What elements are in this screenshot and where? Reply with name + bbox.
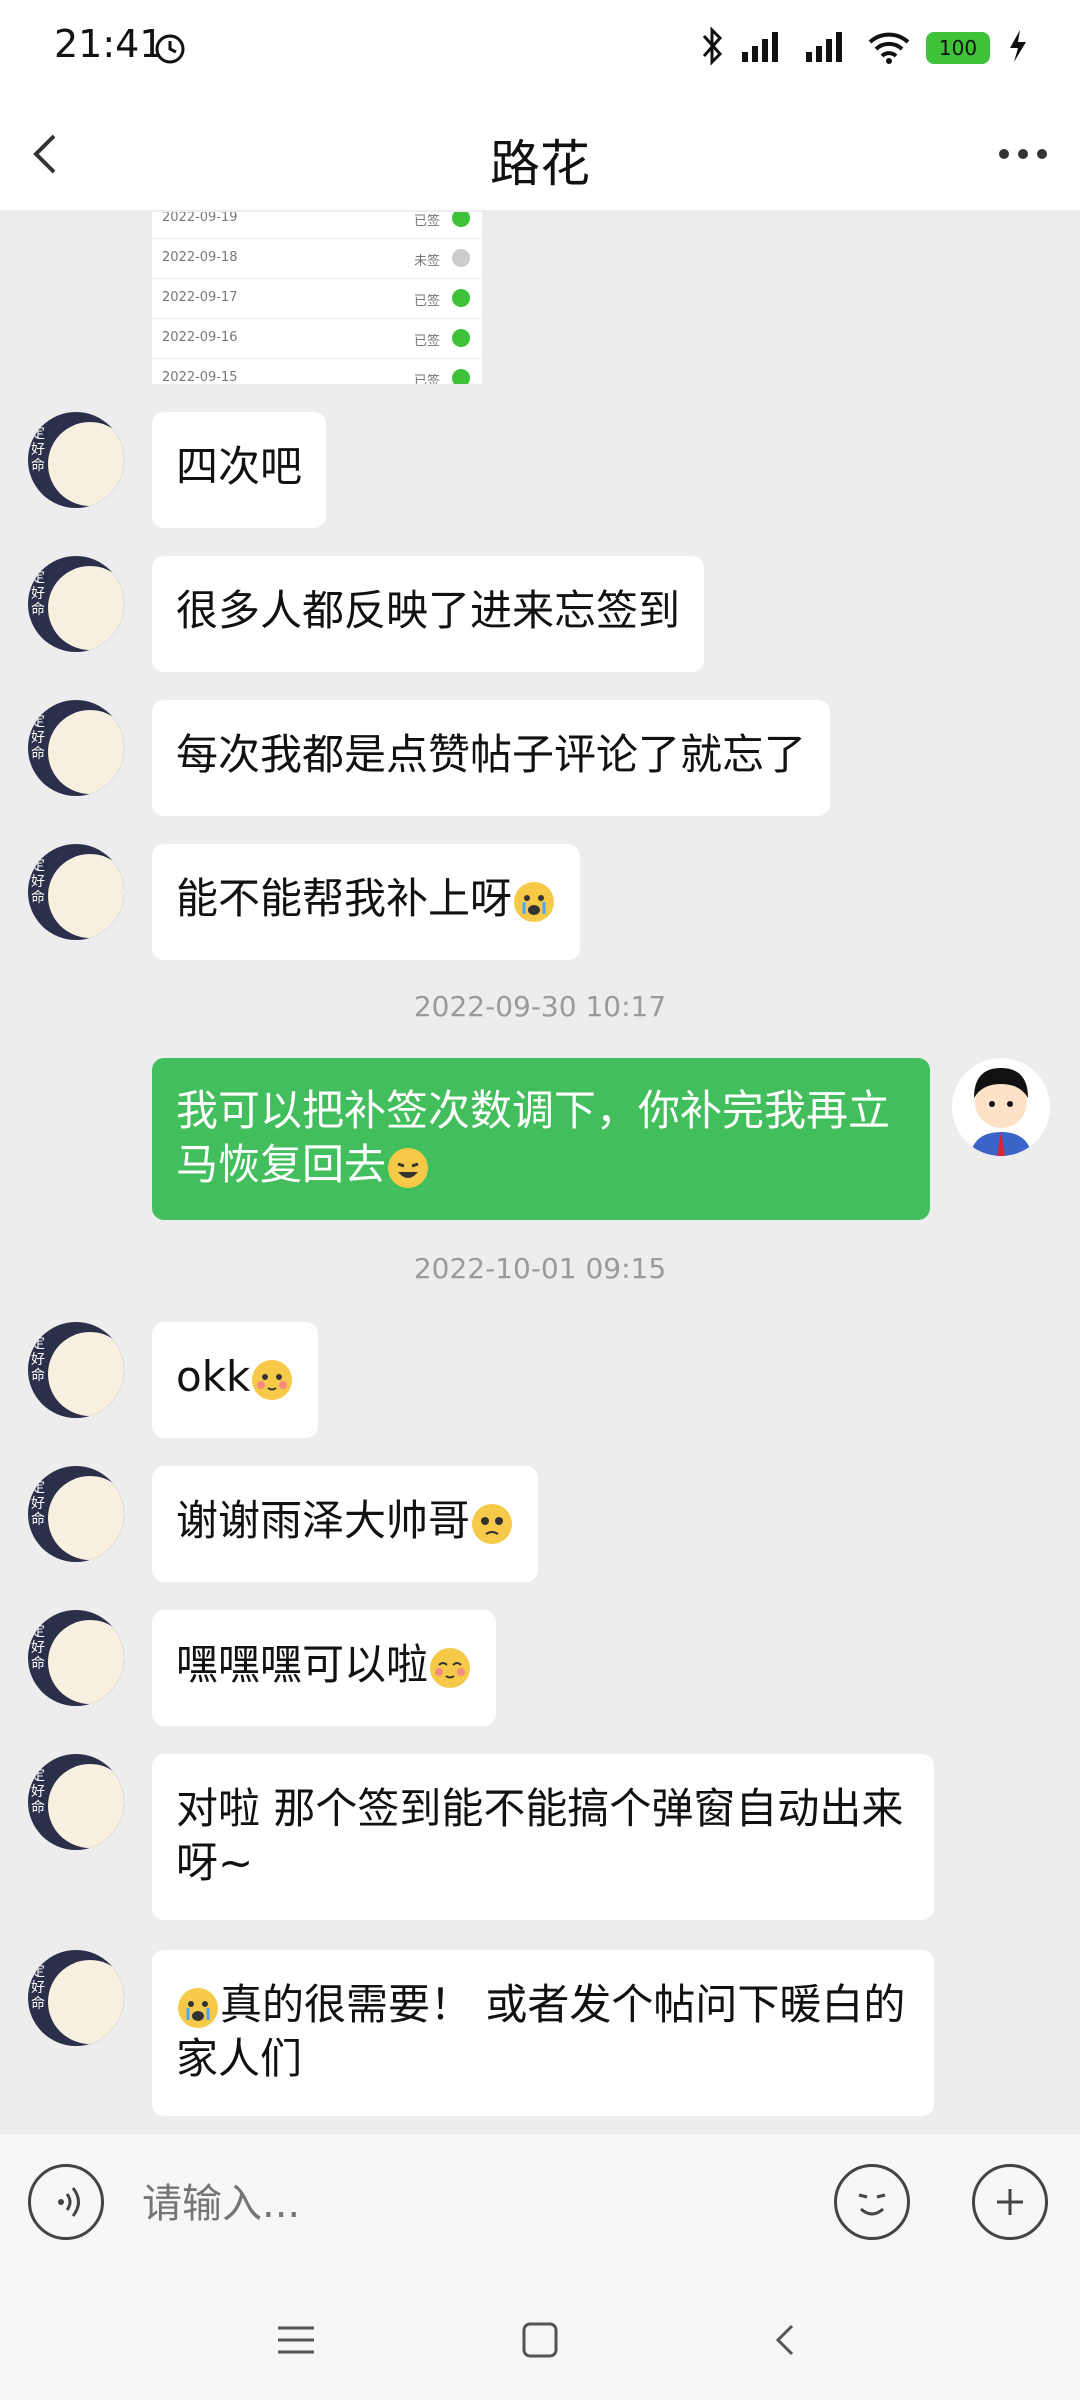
message-bubble[interactable]: okk [152,1322,319,1438]
charging-icon [1004,26,1032,70]
alarm-icon [152,30,188,70]
crying-emoji-icon [178,1987,218,2028]
message-text: 谢谢雨泽大帅哥 [176,1496,471,1545]
message-timestamp: 2022-10-01 09:15 [413,1252,667,1285]
smiley-icon [858,2193,886,2216]
my-avatar[interactable] [952,1058,1050,1156]
signal-icon [802,26,852,70]
voice-icon [58,2187,80,2217]
contact-avatar[interactable]: 定好命 [28,844,124,940]
message-text: 真的很需要！ 或者发个帖问下暖白的家人们 [176,1980,906,2083]
wifi-icon [866,26,912,70]
contact-avatar[interactable]: 定好命 [28,1950,124,2046]
thumb-row: 2022-09-18 未签 [152,238,482,279]
contact-avatar[interactable]: 定好命 [28,700,124,796]
contact-avatar[interactable]: 定好命 [28,1322,124,1418]
more-dots-icon [999,149,1047,159]
input-bar [0,2134,1080,2274]
voice-input-button[interactable] [28,2164,104,2240]
contact-avatar[interactable]: 定好命 [28,412,124,508]
menu-button[interactable] [266,2310,326,2370]
laughing-emoji-icon [388,1147,429,1188]
image-message[interactable]: 2022-09-19 已签 2022-09-18 未签 2022-09-17 已… [152,212,482,384]
more-options-button[interactable] [988,124,1058,184]
system-nav-bar [0,2274,1080,2400]
contact-avatar[interactable]: 定好命 [28,1466,124,1562]
message-bubble[interactable]: 谢谢雨泽大帅哥 [152,1466,539,1582]
back-icon [775,2324,794,2356]
thumb-row: 2022-09-19 已签 [152,212,482,239]
signal-icon [738,26,788,70]
check-icon [452,329,470,347]
contact-avatar[interactable]: 定好命 [28,1754,124,1850]
check-icon [452,369,470,384]
add-attachment-button[interactable] [972,2164,1048,2240]
thumb-row: 2022-09-17 已签 [152,278,482,319]
chat-header: 路花 [0,96,1080,210]
message-text: 能不能帮我补上呀 [176,874,513,923]
message-text: 嘿嘿嘿可以啦 [176,1640,429,1689]
message-bubble[interactable]: 真的很需要！ 或者发个帖问下暖白的家人们 [152,1950,934,2116]
message-input[interactable] [140,2168,784,2240]
status-icons: 100 [700,26,1032,70]
check-icon [452,212,470,227]
contact-avatar[interactable]: 定好命 [28,556,124,652]
chat-title: 路花 [490,135,590,193]
system-back-button[interactable] [756,2310,816,2370]
message-bubble[interactable]: 很多人都反映了进来忘签到 [152,556,705,672]
check-icon [452,289,470,307]
home-button[interactable] [510,2310,570,2370]
message-bubble[interactable]: 四次吧 [152,412,327,528]
thumb-row: 2022-09-16 已签 [152,318,482,359]
shy-emoji-icon [430,1647,471,1688]
message-bubble[interactable]: 能不能帮我补上呀 [152,844,581,960]
battery-indicator: 100 [926,32,990,64]
message-bubble[interactable]: 每次我都是点赞帖子评论了就忘了 [152,700,831,816]
status-time: 21:41 [54,22,164,66]
crying-emoji-icon [514,881,555,922]
thumb-row: 2022-09-15 已签 [152,358,482,384]
emoji-button[interactable] [834,2164,910,2240]
pleading-emoji-icon [472,1503,513,1544]
message-bubble[interactable]: 嘿嘿嘿可以啦 [152,1610,497,1726]
status-bar: 21:41 100 [0,0,1080,96]
home-icon [522,2322,558,2358]
contact-avatar[interactable]: 定好命 [28,1610,124,1706]
menu-icon [278,2326,314,2354]
message-text: okk [176,1352,251,1401]
check-icon [452,249,470,267]
plus-icon [997,2189,1023,2215]
bluetooth-icon [700,26,724,70]
my-message-bubble[interactable]: 我可以把补签次数调下，你补完我再立马恢复回去 [152,1058,930,1220]
message-timestamp: 2022-09-30 10:17 [413,990,667,1023]
message-text: 我可以把补签次数调下，你补完我再立马恢复回去 [176,1086,891,1189]
message-bubble[interactable]: 对啦 那个签到能不能搞个弹窗自动出来呀~ [152,1754,934,1920]
blushing-emoji-icon [252,1359,293,1400]
